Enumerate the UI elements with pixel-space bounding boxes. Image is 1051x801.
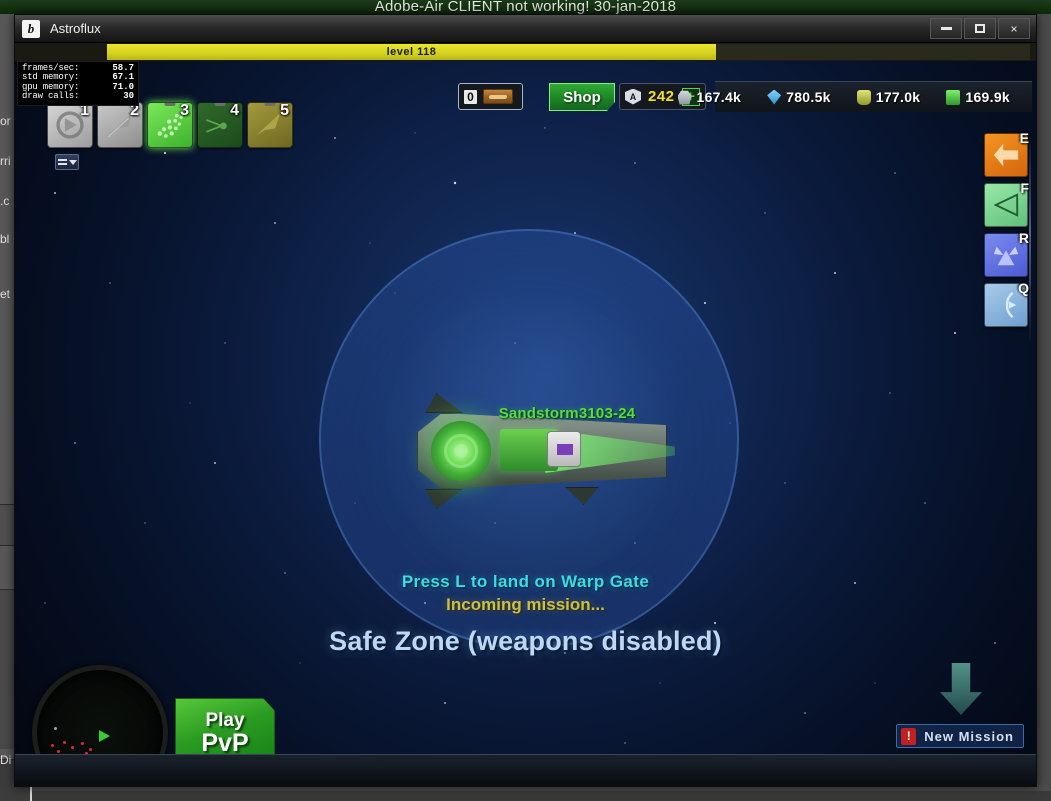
alert-badge-icon: ! (901, 727, 917, 745)
level-label: level 118 (386, 46, 437, 58)
stat-key: draw calls: (22, 91, 80, 102)
ship-fin (565, 487, 599, 505)
ship-fin (425, 489, 463, 509)
player-arrow-icon (99, 730, 110, 742)
left-arrow-icon (993, 143, 1019, 167)
screen-root: Adobe-Air CLIENT not working! 30-jan-201… (0, 0, 1051, 801)
game-viewport[interactable]: Sandstorm3103-24 Press L to land on Warp… (15, 43, 1036, 786)
ability-slot-1[interactable]: 1 (47, 102, 93, 148)
slot-number: 5 (280, 102, 289, 119)
ability-button-column: E F R Q (984, 130, 1029, 333)
slot-pin-icon (264, 103, 276, 106)
ship-fin (425, 393, 463, 413)
ability-slot-4[interactable]: 4 (197, 102, 243, 148)
window-title: Astroflux (50, 21, 101, 36)
desktop-right-strip (1035, 14, 1051, 801)
menu-lines-icon (57, 159, 67, 165)
slot-number: 3 (180, 102, 189, 119)
new-mission-label: New Mission (924, 728, 1014, 744)
ability-key-label: Q (1018, 280, 1029, 296)
cone-left-icon (993, 193, 1019, 217)
maximize-button[interactable] (964, 18, 996, 39)
ability-slot-5[interactable]: 5 (247, 102, 293, 148)
minimap-enemy-dot (81, 742, 84, 745)
xp-bar-tail (716, 44, 1030, 60)
loadout-dropdown-button[interactable] (55, 154, 79, 170)
chevron-down-icon (68, 159, 77, 165)
ability-button-f[interactable]: F (984, 180, 1029, 227)
minimap-enemy-dot (63, 741, 66, 744)
warp-gate-prompt: Press L to land on Warp Gate (401, 572, 650, 591)
window-titlebar[interactable]: b Astroflux × (15, 15, 1036, 43)
slot-pin-icon (164, 103, 176, 106)
ability-button-q[interactable]: Q (984, 280, 1029, 327)
ability-slot-bar: 1 2 3 4 5 (47, 102, 293, 148)
ability-slot-3[interactable]: 3 (147, 102, 193, 148)
ability-button-r[interactable]: R (984, 230, 1029, 277)
ability-button-e[interactable]: E (984, 130, 1029, 177)
direction-arrow-icon (940, 663, 982, 715)
ability-key-label: E (1019, 130, 1029, 146)
player-name-label: Sandstorm3103-24 (498, 405, 636, 422)
ability-key-label: R (1018, 230, 1029, 246)
wings-triangle-icon (993, 246, 1019, 266)
safe-zone-label: Safe Zone (weapons disabled) (329, 626, 722, 656)
slot-number: 4 (230, 102, 239, 119)
minimap-neutral-dot (54, 727, 57, 730)
top-hud (15, 61, 1036, 103)
ability-key-label: F (1020, 180, 1029, 196)
minimize-button[interactable] (930, 18, 962, 39)
stat-value: 30 (123, 91, 134, 102)
astroflux-window: b Astroflux × Sandstorm3103-24 Press L t… (14, 14, 1037, 787)
minimap-enemy-dot (71, 746, 74, 749)
stat-row: draw calls: 30 (22, 91, 134, 102)
ability-slot-2[interactable]: 2 (97, 102, 143, 148)
ship-core-reactor (431, 421, 491, 481)
close-button[interactable]: × (998, 18, 1030, 39)
minimap-enemy-dot (89, 748, 92, 751)
performance-stats-panel: frames/sec: 58.7 std memory: 67.1 gpu memo… (17, 61, 139, 106)
desktop-bottom-strip (0, 791, 1051, 801)
ship-canister (547, 431, 581, 467)
ability-rail (1029, 129, 1031, 344)
incoming-mission-text: Incoming mission... (446, 595, 605, 614)
minimap-enemy-dot (57, 750, 60, 753)
slot-pin-icon (214, 103, 226, 106)
xp-bar: level 118 (15, 43, 1036, 61)
window-controls: × (930, 18, 1030, 39)
minimap-enemy-dot (51, 744, 54, 747)
new-mission-button[interactable]: ! New Mission (896, 724, 1024, 748)
app-logo-icon: b (22, 19, 40, 38)
arc-arrow-icon (1005, 291, 1017, 319)
player-ship[interactable]: Sandstorm3103-24 (395, 391, 695, 511)
bottom-hud-bar (15, 754, 1036, 786)
